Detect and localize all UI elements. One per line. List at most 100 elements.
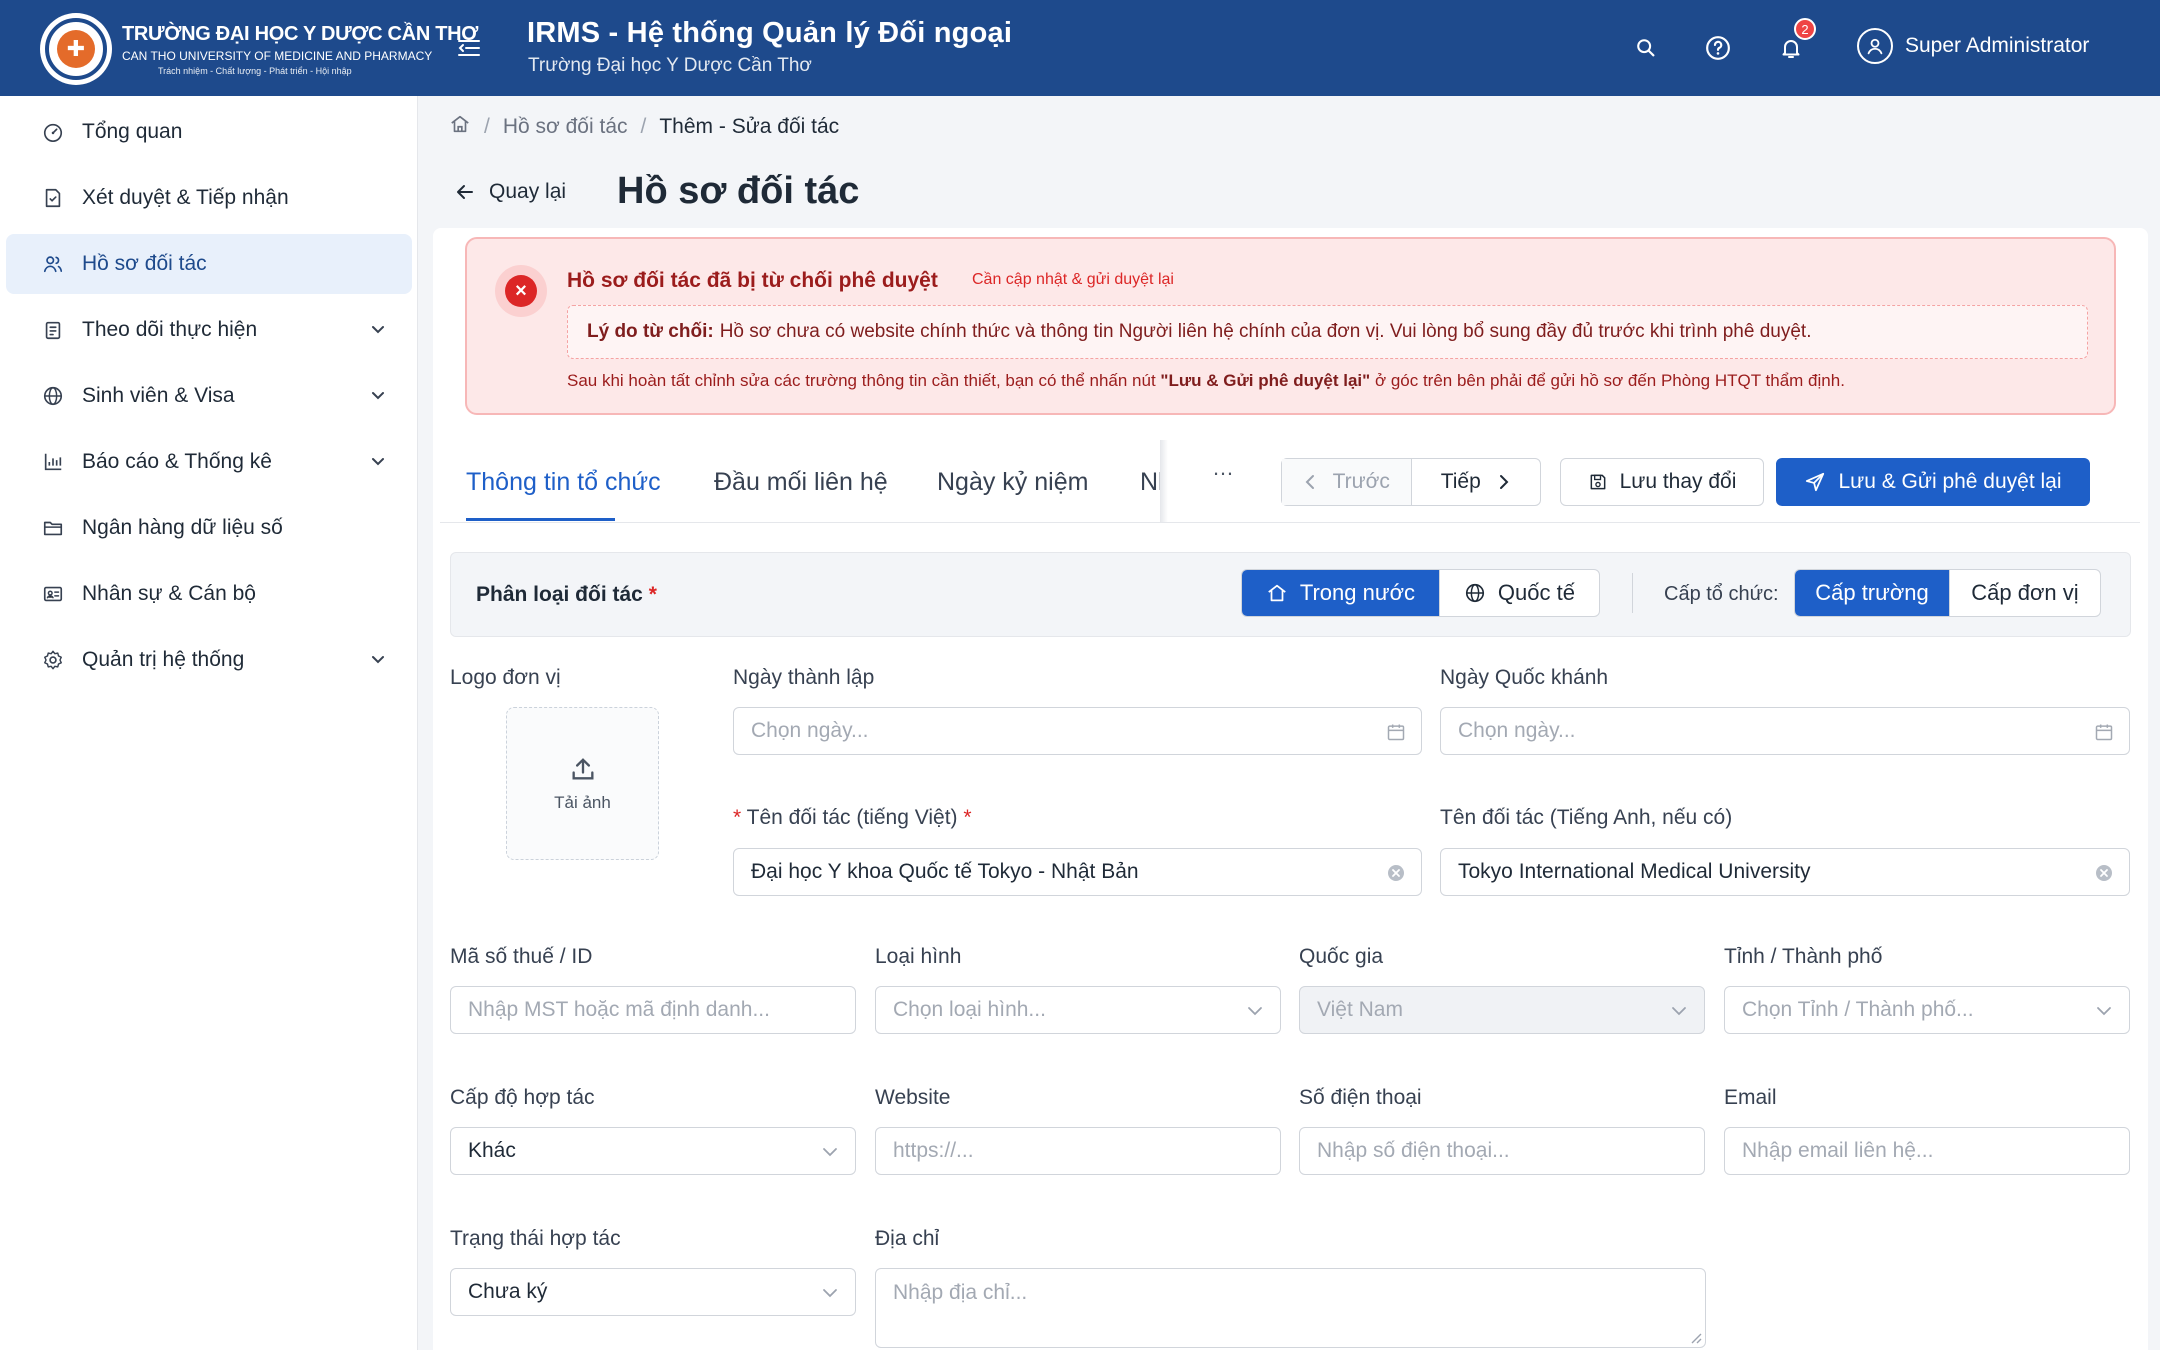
country-value: Việt Nam: [1317, 998, 1403, 1021]
sidebar-item-label: Ngân hàng dữ liệu số: [82, 516, 283, 539]
email-placeholder: Nhập email liên hệ...: [1742, 1139, 1934, 1162]
breadcrumb: / Hồ sơ đối tác / Thêm - Sửa đối tác: [449, 113, 839, 141]
brand[interactable]: ✚ TRƯỜNG ĐẠI HỌC Y DƯỢC CẦN THƠ CAN THO …: [40, 13, 478, 85]
sidebar-item-reports[interactable]: Báo cáo & Thống kê: [6, 432, 412, 492]
org-type-select[interactable]: Chọn loại hình...: [875, 986, 1281, 1034]
address-label: Địa chỉ: [875, 1227, 940, 1250]
country-select: Việt Nam: [1299, 986, 1705, 1034]
sidebar-item-admin[interactable]: Quản trị hệ thống: [6, 630, 412, 690]
sidebar-item-students-visa[interactable]: Sinh viên & Visa: [6, 366, 412, 426]
prev-button[interactable]: Trước: [1282, 459, 1411, 505]
user-name: Super Administrator: [1905, 34, 2090, 57]
back-button[interactable]: Quay lại: [455, 180, 566, 204]
sidebar-item-review[interactable]: Xét duyệt & Tiếp nhận: [6, 168, 412, 228]
email-label: Email: [1724, 1086, 1777, 1109]
domestic-option-label: Trong nước: [1299, 580, 1416, 605]
next-button[interactable]: Tiếp: [1410, 459, 1541, 505]
tax-id-input[interactable]: Nhập MST hoặc mã định danh...: [450, 986, 856, 1034]
tab-organization-info[interactable]: Thông tin tổ chức: [466, 468, 661, 497]
alert-title: Hồ sơ đối tác đã bị từ chối phê duyệt: [567, 269, 938, 292]
country-label: Quốc gia: [1299, 945, 1384, 968]
university-level-option[interactable]: Cấp trường: [1795, 570, 1949, 616]
back-button-label: Quay lại: [489, 180, 567, 203]
resize-grip-icon[interactable]: [1688, 1330, 1702, 1344]
org-level-toggle: Cấp trường Cấp đơn vị: [1794, 569, 2101, 617]
send-icon: [1806, 472, 1825, 492]
name-vi-input[interactable]: Đại học Y khoa Quốc tế Tokyo - Nhật Bản: [733, 848, 1422, 896]
search-icon[interactable]: [1628, 30, 1664, 66]
sidebar-item-partners[interactable]: Hồ sơ đối tác: [6, 234, 412, 294]
users-icon: [42, 253, 64, 275]
prev-button-label: Trước: [1332, 470, 1390, 493]
upload-icon: [572, 758, 593, 779]
next-button-label: Tiếp: [1440, 470, 1481, 493]
sidebar-item-label: Tổng quan: [82, 120, 183, 143]
menu-toggle-icon[interactable]: [454, 30, 484, 66]
tabs-scroll-fade: [1160, 440, 1168, 522]
coop-level-select[interactable]: Khác: [450, 1127, 856, 1175]
address-textarea[interactable]: Nhập địa chỉ...: [875, 1268, 1706, 1348]
save-and-resubmit-button[interactable]: Lưu & Gửi phê duyệt lại: [1776, 458, 2090, 506]
chevron-down-icon: [372, 326, 384, 334]
coop-status-select[interactable]: Chưa ký: [450, 1268, 856, 1316]
coop-status-value: Chưa ký: [468, 1280, 548, 1303]
save-changes-label: Lưu thay đổi: [1619, 470, 1737, 493]
user-avatar-icon: [1857, 28, 1893, 64]
founded-date-input[interactable]: Chọn ngày...: [733, 707, 1422, 755]
name-en-input[interactable]: Tokyo International Medical University: [1440, 848, 2130, 896]
rejection-reason-label: Lý do từ chối:: [587, 321, 714, 342]
tax-id-label: Mã số thuế / ID: [450, 945, 593, 968]
home-icon[interactable]: [449, 113, 471, 141]
tabs-overflow-menu[interactable]: …: [1212, 455, 1234, 481]
home-icon: [1268, 584, 1286, 602]
alert-note-text-end: ở góc trên bên phải để gửi hồ sơ đến Phò…: [1370, 371, 1845, 390]
name-vi-label: * Tên đối tác (tiếng Việt) *: [733, 806, 972, 829]
founded-date-placeholder: Chọn ngày...: [751, 719, 869, 742]
help-icon[interactable]: [1700, 30, 1736, 66]
clear-icon[interactable]: [2094, 863, 2114, 883]
calendar-icon: [1387, 724, 1405, 741]
tab-anniversaries[interactable]: Ngày kỷ niệm: [937, 468, 1088, 497]
notification-bell-icon[interactable]: 2: [1773, 18, 1816, 66]
sidebar-item-label: Nhân sự & Cán bộ: [82, 582, 256, 605]
unit-level-option[interactable]: Cấp đơn vị: [1948, 570, 2100, 616]
calendar-icon: [2095, 724, 2113, 741]
chevron-down-icon: [372, 656, 384, 664]
partner-type-label-text: Phân loại đối tác: [476, 583, 643, 606]
chevron-down-icon: [823, 1289, 837, 1298]
sidebar: Tổng quan Xét duyệt & Tiếp nhận Hồ sơ đố…: [0, 96, 418, 1350]
breadcrumb-partners-link[interactable]: Hồ sơ đối tác: [503, 115, 628, 139]
clear-icon[interactable]: [1386, 863, 1406, 883]
name-vi-value: Đại học Y khoa Quốc tế Tokyo - Nhật Bản: [751, 860, 1139, 883]
name-vi-label-text: Tên đối tác (tiếng Việt): [746, 806, 958, 829]
globe-icon: [42, 385, 64, 407]
province-select[interactable]: Chọn Tỉnh / Thành phố...: [1724, 986, 2130, 1034]
folder-icon: [42, 517, 64, 539]
logo-upload[interactable]: Tải ảnh: [506, 707, 659, 860]
save-changes-button[interactable]: Lưu thay đổi: [1560, 458, 1764, 506]
sidebar-item-tracking[interactable]: Theo dõi thực hiện: [6, 300, 412, 360]
sidebar-item-data-bank[interactable]: Ngân hàng dữ liệu số: [6, 498, 412, 558]
phone-input[interactable]: Nhập số điện thoại...: [1299, 1127, 1705, 1175]
name-en-value: Tokyo International Medical University: [1458, 860, 1811, 883]
alert-tag: Cần cập nhật & gửi duyệt lại: [972, 271, 1174, 288]
org-type-placeholder: Chọn loại hình...: [893, 998, 1046, 1021]
rejection-alert: × Hồ sơ đối tác đã bị từ chối phê duyệt …: [465, 237, 2116, 415]
international-option[interactable]: Quốc tế: [1438, 570, 1599, 616]
sidebar-item-staff[interactable]: Nhân sự & Cán bộ: [6, 564, 412, 624]
university-logo: ✚: [40, 13, 112, 85]
phone-placeholder: Nhập số điện thoại...: [1317, 1139, 1510, 1162]
sidebar-item-overview[interactable]: Tổng quan: [6, 102, 412, 162]
email-input[interactable]: Nhập email liên hệ...: [1724, 1127, 2130, 1175]
dashboard-icon: [42, 121, 64, 143]
sidebar-item-label: Hồ sơ đối tác: [82, 252, 207, 275]
domestic-option[interactable]: Trong nước: [1242, 570, 1439, 616]
chevron-down-icon: [2097, 1007, 2111, 1016]
user-menu[interactable]: Super Administrator: [1857, 28, 2089, 64]
founded-date-label: Ngày thành lập: [733, 666, 875, 689]
national-day-input[interactable]: Chọn ngày...: [1440, 707, 2130, 755]
chevron-down-icon: [1672, 1007, 1686, 1016]
save-and-resubmit-label: Lưu & Gửi phê duyệt lại: [1838, 470, 2062, 493]
tab-contacts[interactable]: Đầu mối liên hệ: [714, 468, 888, 497]
website-input[interactable]: https://...: [875, 1127, 1281, 1175]
